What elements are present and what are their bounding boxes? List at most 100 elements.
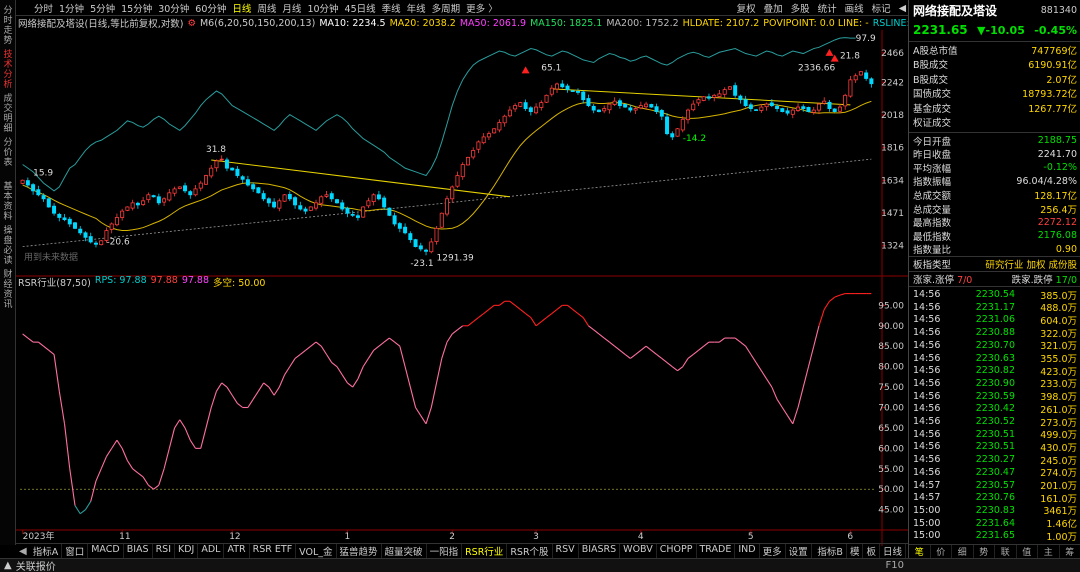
period-tab-5[interactable]: 60分钟: [195, 1, 226, 15]
up-icon[interactable]: ▲: [0, 560, 16, 571]
indicator-tab-13[interactable]: RSR行业: [462, 544, 508, 558]
tool-button-2[interactable]: 多股: [791, 1, 810, 15]
indicator-tab-8[interactable]: RSR ETF: [250, 544, 297, 558]
candle[interactable]: [465, 156, 470, 166]
candle[interactable]: [334, 198, 339, 204]
indicator-tab-11[interactable]: 超量突破: [382, 544, 427, 558]
candle[interactable]: [790, 108, 795, 119]
tick-row[interactable]: 14:56 2230.70 321.0万: [913, 339, 1077, 353]
period-tab-9[interactable]: 10分钟: [307, 1, 338, 15]
candle[interactable]: [848, 75, 853, 98]
tick-row[interactable]: 14:56 2230.51 430.0万: [913, 440, 1077, 454]
candle[interactable]: [555, 82, 560, 93]
candle[interactable]: [350, 210, 355, 217]
tick-row[interactable]: 14:56 2230.88 322.0万: [913, 326, 1077, 340]
candle[interactable]: [701, 95, 706, 102]
candle[interactable]: [806, 106, 811, 113]
candle[interactable]: [649, 103, 654, 108]
candle[interactable]: [261, 190, 266, 202]
indicator-tab-17[interactable]: WOBV: [620, 544, 657, 558]
candle[interactable]: [659, 108, 664, 121]
candle[interactable]: [203, 174, 208, 186]
indicator-tab-9[interactable]: VOL_金: [296, 544, 337, 558]
candle[interactable]: [340, 199, 345, 212]
candle[interactable]: [73, 222, 78, 230]
candle[interactable]: [135, 201, 140, 209]
candle[interactable]: [591, 104, 596, 114]
candle[interactable]: [712, 93, 717, 102]
period-tab-10[interactable]: 45日线: [345, 1, 376, 15]
candle[interactable]: [717, 90, 722, 99]
indicator-tab-10[interactable]: 猛兽趋势: [337, 544, 382, 558]
tool-button-4[interactable]: 画线: [845, 1, 864, 15]
tick-row[interactable]: 14:56 2230.47 274.0万: [913, 466, 1077, 480]
indicator-tab-6[interactable]: ADL: [198, 544, 225, 558]
tick-row[interactable]: 14:56 2230.90 233.0万: [913, 377, 1077, 391]
status-label[interactable]: 关联报价: [16, 558, 56, 572]
tool-button-5[interactable]: 标记: [872, 1, 891, 15]
candle[interactable]: [151, 194, 156, 198]
panel-tab-3[interactable]: 势: [974, 545, 995, 558]
candle[interactable]: [549, 85, 554, 97]
candle[interactable]: [67, 216, 72, 228]
side-tab-6[interactable]: 财经资讯: [1, 270, 15, 310]
candle[interactable]: [696, 97, 701, 107]
candle[interactable]: [156, 193, 161, 206]
candle[interactable]: [272, 198, 277, 209]
candle[interactable]: [177, 186, 182, 190]
side-tab-5[interactable]: 操盘必读: [1, 226, 15, 266]
candle[interactable]: [686, 108, 691, 124]
candle[interactable]: [450, 185, 455, 203]
left-arrow-icon[interactable]: ◀: [16, 546, 30, 557]
candle[interactable]: [146, 192, 151, 203]
indicator-tab-3[interactable]: BIAS: [124, 544, 153, 558]
candle[interactable]: [308, 206, 313, 212]
candle[interactable]: [513, 103, 518, 113]
period-tab-14[interactable]: 更多 〉: [466, 1, 498, 15]
candle[interactable]: [382, 195, 387, 211]
indicator-tab-19[interactable]: TRADE: [697, 544, 736, 558]
candle[interactable]: [575, 88, 580, 95]
candle[interactable]: [754, 108, 759, 111]
candle[interactable]: [864, 69, 869, 81]
candle[interactable]: [371, 193, 376, 206]
candle[interactable]: [277, 198, 282, 212]
candle[interactable]: [633, 107, 638, 114]
candle[interactable]: [497, 119, 502, 133]
panel-tab-5[interactable]: 值: [1017, 545, 1038, 558]
indicator-tab-21[interactable]: 更多: [760, 544, 786, 558]
candle[interactable]: [355, 213, 360, 221]
candle[interactable]: [99, 240, 104, 246]
candle[interactable]: [722, 87, 727, 98]
tool-button-6[interactable]: ◀: [899, 3, 906, 14]
candle[interactable]: [518, 101, 523, 108]
candle[interactable]: [251, 182, 256, 193]
period-tab-4[interactable]: 30分钟: [158, 1, 189, 15]
candle[interactable]: [230, 167, 235, 171]
indicator-right-3[interactable]: 日线: [880, 544, 906, 558]
candle[interactable]: [240, 175, 245, 184]
period-tab-11[interactable]: 季线: [382, 1, 401, 15]
candle[interactable]: [114, 213, 119, 227]
candle[interactable]: [764, 102, 769, 111]
candle[interactable]: [324, 190, 329, 198]
candle[interactable]: [31, 183, 36, 195]
candle[interactable]: [214, 159, 219, 172]
candle[interactable]: [298, 201, 303, 211]
candle[interactable]: [209, 165, 214, 179]
candle[interactable]: [172, 186, 177, 197]
candle[interactable]: [502, 114, 507, 127]
tick-row[interactable]: 14:57 2230.57 201.0万: [913, 479, 1077, 493]
candle[interactable]: [162, 197, 167, 206]
candle[interactable]: [727, 86, 732, 90]
candle[interactable]: [785, 107, 790, 116]
candle[interactable]: [528, 106, 533, 116]
side-tab-3[interactable]: 分价表: [1, 138, 15, 168]
candle[interactable]: [361, 206, 366, 218]
candle[interactable]: [392, 212, 397, 227]
tick-row[interactable]: 14:56 2230.54 385.0万: [913, 288, 1077, 302]
candle[interactable]: [602, 105, 607, 114]
candle[interactable]: [733, 82, 738, 98]
candle[interactable]: [345, 206, 350, 218]
tick-row[interactable]: 14:56 2230.42 261.0万: [913, 402, 1077, 416]
